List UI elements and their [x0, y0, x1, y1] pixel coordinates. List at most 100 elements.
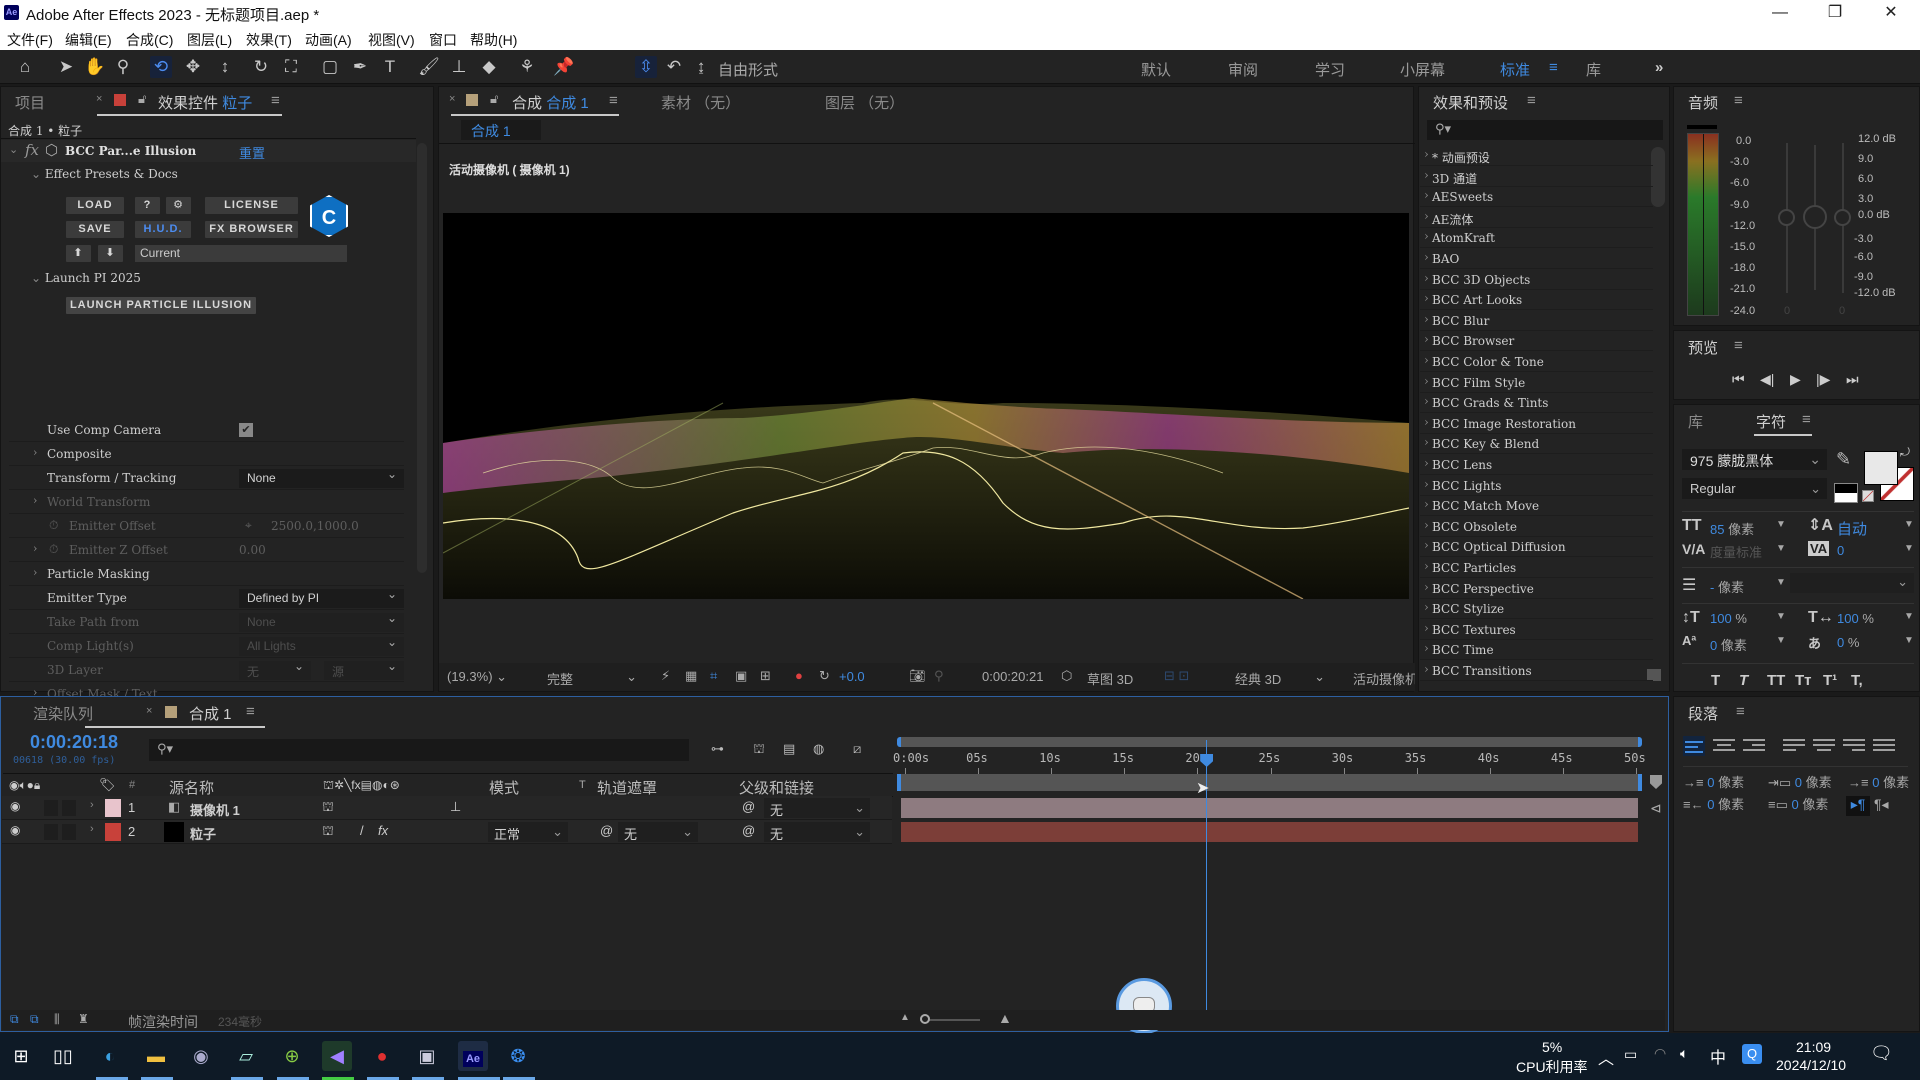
effect-category-item[interactable]: BCC Stylize: [1420, 599, 1653, 620]
save-button[interactable]: SAVE: [66, 221, 124, 238]
render-time-toggle-icon[interactable]: ♜: [78, 1012, 89, 1026]
effect-category-item[interactable]: BCC 3D Objects: [1420, 270, 1653, 290]
rtl-direction-icon[interactable]: ¶◂: [1874, 796, 1889, 813]
fx-icon[interactable]: fx: [25, 141, 39, 159]
all-caps-button[interactable]: TT: [1767, 672, 1785, 689]
pan-camera-tool-icon[interactable]: ✥: [182, 56, 204, 78]
parent-pickwhip-icon[interactable]: @: [742, 823, 755, 838]
tab-composition[interactable]: 合成 合成 1: [512, 92, 589, 113]
current-time-display[interactable]: 0:00:20:21: [982, 669, 1043, 684]
show-snapshot-icon[interactable]: ⚲: [934, 668, 944, 684]
vertical-scale-value[interactable]: 100: [1710, 611, 1732, 626]
play-icon[interactable]: ▶: [1790, 371, 1801, 388]
ltr-direction-icon[interactable]: ▸¶: [1846, 796, 1870, 816]
3d-layer-icon[interactable]: ⊥: [450, 799, 461, 815]
launch-group-header[interactable]: ⌄ Launch PI 2025: [31, 271, 141, 285]
mask-visibility-icon[interactable]: ⌗: [710, 668, 717, 684]
source-name-header[interactable]: 源名称: [169, 777, 214, 798]
solo-toggle[interactable]: [44, 800, 58, 816]
property-dropdown[interactable]: All Lights: [239, 635, 404, 656]
tab-render-queue[interactable]: 渲染队列: [33, 703, 93, 724]
effect-category-item[interactable]: BCC Art Looks: [1420, 290, 1653, 311]
horizontal-scale-dropdown-icon[interactable]: ▼: [1904, 611, 1914, 622]
transfer-controls-toggle-icon[interactable]: ⧉: [30, 1012, 39, 1027]
eyedropper-icon[interactable]: ✎: [1836, 449, 1851, 470]
effect-category-item[interactable]: BCC Color & Tone: [1420, 352, 1653, 372]
wifi-icon[interactable]: ◠: [1654, 1045, 1666, 1062]
ime-indicator[interactable]: 中: [1710, 1044, 1726, 1068]
effect-category-item[interactable]: BCC Particles: [1420, 558, 1653, 578]
pen-tool-icon[interactable]: ✒: [349, 56, 371, 78]
work-area-bar[interactable]: [897, 774, 1642, 791]
reset-exposure-icon[interactable]: ↻: [819, 668, 830, 684]
renderer-dropdown[interactable]: 经典 3D ⌄: [1235, 669, 1325, 688]
tab-comp-1[interactable]: 合成 1: [189, 703, 232, 724]
menu-layer[interactable]: 图层(L): [187, 30, 232, 50]
shy-layers-icon[interactable]: ⛫: [753, 741, 765, 759]
first-frame-icon[interactable]: ⏮: [1732, 371, 1745, 388]
close-tab-icon[interactable]: ×: [96, 93, 102, 105]
start-icon[interactable]: ⊞: [6, 1041, 36, 1071]
restore-button[interactable]: ❐: [1812, 2, 1858, 24]
layer-switches-toggle-icon[interactable]: ⧉: [10, 1012, 19, 1027]
rotate-tool-icon[interactable]: ↻: [250, 56, 272, 78]
time-navigator-bar[interactable]: [897, 737, 1642, 747]
tsume-dropdown-icon[interactable]: ▼: [1904, 635, 1914, 646]
indent-first-line-field[interactable]: →≡ 0 像素: [1848, 772, 1909, 791]
clock-time[interactable]: 21:09: [1796, 1039, 1831, 1055]
space-before-field[interactable]: ⇥▭ 0 像素: [1768, 772, 1832, 791]
world-axis-mode-icon[interactable]: ↶: [663, 56, 685, 78]
collapse-chevron-icon[interactable]: ⌄: [9, 143, 18, 156]
display-icon[interactable]: ▣: [412, 1041, 442, 1071]
local-axis-mode-icon[interactable]: ⇳: [635, 56, 657, 78]
layer-name[interactable]: 粒子: [190, 824, 216, 843]
effect-category-item[interactable]: BCC Image Restoration: [1420, 414, 1653, 434]
mode-header[interactable]: 模式: [489, 777, 519, 798]
justify-last-right-icon[interactable]: [1843, 736, 1865, 756]
preset-current-field[interactable]: Current: [135, 245, 347, 262]
workspace-small-screen[interactable]: 小屏幕: [1400, 59, 1445, 80]
stopwatch-icon[interactable]: ⏱: [49, 518, 58, 533]
parent-dropdown[interactable]: 无 ⌄: [764, 822, 870, 842]
preset-down-arrow-icon[interactable]: ⬇: [98, 245, 123, 262]
property-dropdown[interactable]: 源: [324, 659, 404, 680]
kerning-dropdown-icon[interactable]: ▼: [1776, 543, 1786, 554]
layer-duration-bar[interactable]: [901, 822, 1638, 842]
solo-toggle[interactable]: [44, 824, 58, 840]
close-tab-icon[interactable]: ×: [146, 705, 152, 717]
expand-chevron-icon[interactable]: ›: [90, 799, 94, 811]
tab-effect-controls[interactable]: 效果控件 粒子: [158, 92, 252, 113]
task-view-icon[interactable]: ▯▯: [48, 1041, 78, 1071]
effect-category-item[interactable]: BCC Time: [1420, 640, 1653, 661]
effect-category-item[interactable]: AE流体: [1420, 208, 1653, 228]
menu-animation[interactable]: 动画(A): [305, 30, 352, 50]
panel-menu-icon[interactable]: ≡: [1734, 337, 1743, 354]
frame-blending-icon[interactable]: ▤: [783, 741, 795, 757]
layer-row[interactable]: ◉ › 1 ◧ 摄像机 1 ⛫ ⊥ @ 无 ⌄: [2, 796, 892, 820]
effect-category-item[interactable]: AESweets: [1420, 187, 1653, 208]
effect-category-item[interactable]: BCC Transitions: [1420, 661, 1653, 681]
menu-composition[interactable]: 合成(C): [126, 30, 173, 50]
justify-all-icon[interactable]: [1873, 736, 1895, 756]
tab-layer[interactable]: 图层 （无）: [825, 92, 904, 113]
stroke-style-dropdown[interactable]: ⌄: [1790, 573, 1914, 593]
lock-toggle[interactable]: [62, 800, 76, 816]
crosshair-icon[interactable]: ⌖: [245, 518, 252, 533]
effect-category-item[interactable]: AtomKraft: [1420, 228, 1653, 249]
effect-category-item[interactable]: BCC Browser: [1420, 331, 1653, 352]
last-frame-icon[interactable]: ⏭: [1846, 371, 1859, 388]
panel-menu-icon[interactable]: ≡: [1734, 92, 1743, 109]
menu-window[interactable]: 窗口: [429, 30, 457, 50]
after-effects-icon[interactable]: Ae: [458, 1041, 488, 1071]
cinema4d-icon[interactable]: ◉: [186, 1041, 216, 1071]
panel-menu-icon[interactable]: ≡: [1736, 703, 1745, 720]
horizontal-scale-value[interactable]: 100: [1837, 611, 1859, 626]
next-frame-icon[interactable]: |▶: [1816, 371, 1830, 388]
menu-view[interactable]: 视图(V): [368, 30, 415, 50]
property-dropdown[interactable]: Defined by PI: [239, 587, 404, 608]
current-timecode[interactable]: 0:00:20:18: [30, 732, 118, 753]
expand-chevron-icon[interactable]: ›: [33, 494, 37, 507]
notes-icon[interactable]: ▱: [231, 1041, 261, 1071]
property-checkbox[interactable]: ✔: [239, 423, 253, 437]
clone-stamp-tool-icon[interactable]: ⊥: [448, 56, 470, 78]
